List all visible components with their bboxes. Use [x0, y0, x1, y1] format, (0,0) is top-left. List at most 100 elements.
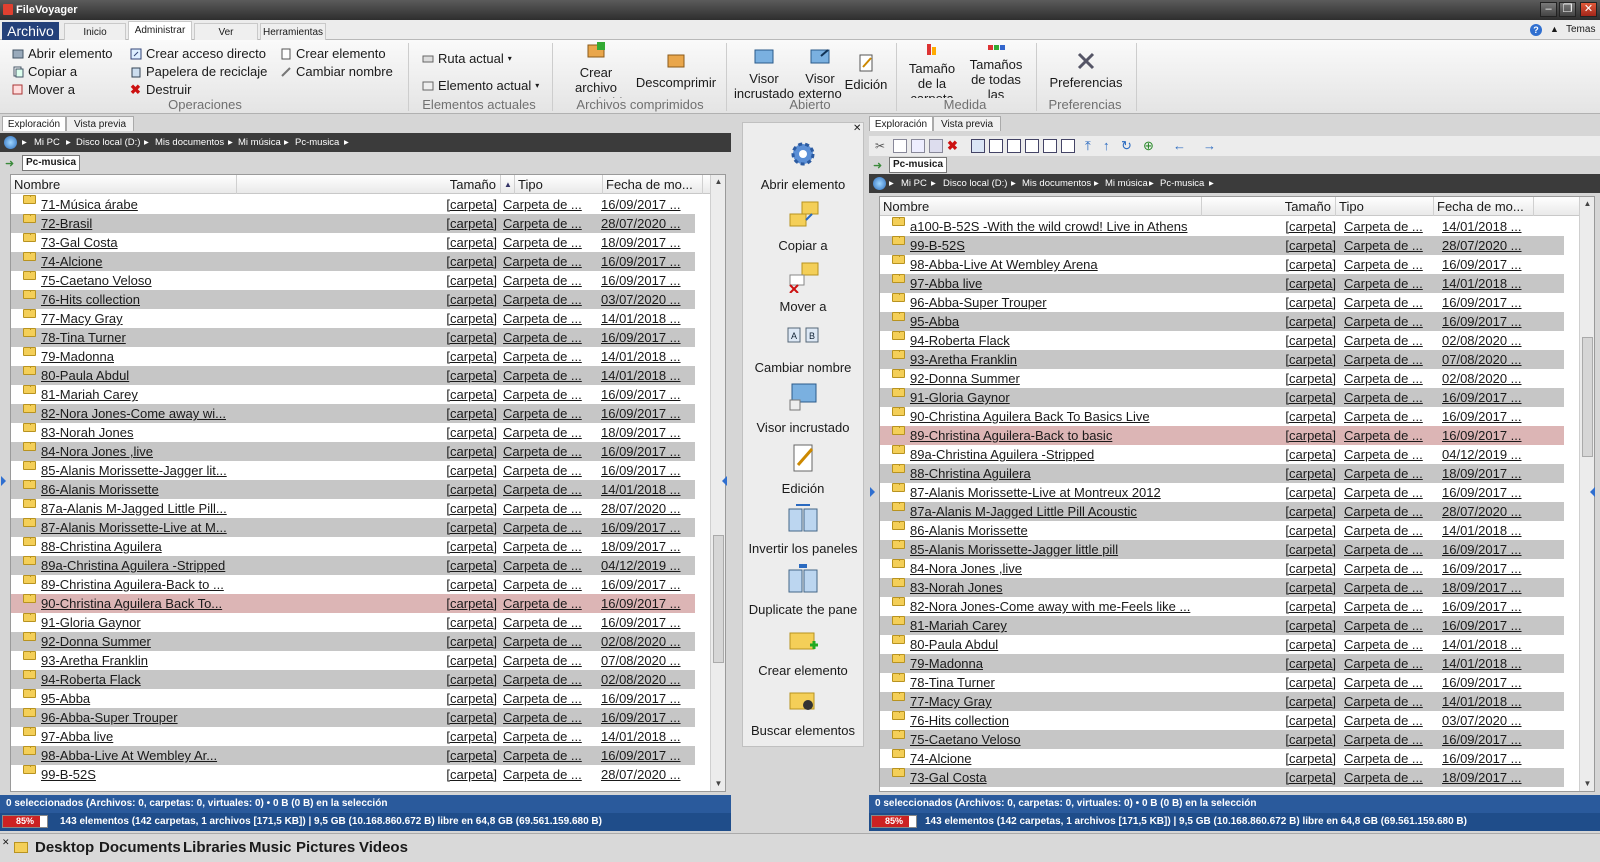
- table-row[interactable]: 76-Hits collection [carpeta] Carpeta de ..…: [880, 711, 1564, 730]
- table-row[interactable]: 73-Gal Costa [carpeta] Carpeta de ... 18/09…: [880, 768, 1564, 787]
- back-icon[interactable]: ←: [1173, 139, 1187, 153]
- table-row[interactable]: 87a-Alanis M-Jagged Little Pill... [carpe…: [11, 499, 695, 518]
- open-item-button[interactable]: Abrir elemento: [12, 46, 113, 61]
- tab-inicio[interactable]: Inicio: [64, 23, 126, 40]
- table-row[interactable]: 99-B-52S [carpeta] Carpeta de ... 28/07/202…: [11, 765, 695, 784]
- help-icon[interactable]: ?: [1530, 24, 1542, 36]
- cmd-duplicate-pane[interactable]: Duplicate the pane: [743, 562, 863, 617]
- cmd-create-item[interactable]: Crear elemento: [743, 623, 863, 678]
- new-tab-icon[interactable]: ➜: [5, 157, 14, 170]
- copy-icon[interactable]: [893, 139, 907, 153]
- create-archive-button[interactable]: Crear archivo comprimido: [562, 42, 630, 98]
- breadcrumb-item[interactable]: Mis documentos: [1022, 174, 1091, 193]
- table-row[interactable]: 90-Christina Aguilera Back To Basics Liv…: [880, 407, 1564, 426]
- breadcrumb-item[interactable]: Disco local (D:): [76, 133, 140, 152]
- breadcrumb-item[interactable]: Pc-musica: [1160, 174, 1204, 193]
- link-pictures[interactable]: Pictures: [296, 839, 355, 856]
- breadcrumb-item[interactable]: Mi música: [238, 133, 281, 152]
- table-row[interactable]: 96-Abba-Super Trouper [carpeta] Carpeta de…: [880, 293, 1564, 312]
- preferences-button[interactable]: Preferencias: [1044, 52, 1128, 90]
- table-row[interactable]: 74-Alcione [carpeta] Carpeta de ... 16/09/2…: [880, 749, 1564, 768]
- table-row[interactable]: 93-Aretha Franklin [carpeta] Carpeta de ..…: [11, 651, 695, 670]
- table-row[interactable]: 97-Abba live [carpeta] Carpeta de ... 14/01…: [880, 274, 1564, 293]
- table-row[interactable]: 98-Abba-Live At Wembley Ar... [carpeta] Ca…: [11, 746, 695, 765]
- cmd-move-to[interactable]: Mover a: [743, 259, 863, 314]
- cmd-rename[interactable]: AB Cambiar nombre: [743, 320, 863, 375]
- embedded-viewer-button[interactable]: Visor incrustado: [732, 48, 796, 101]
- table-row[interactable]: 82-Nora Jones-Come away wi... [carpeta] Ca…: [11, 404, 695, 423]
- link-desktop[interactable]: Desktop: [35, 839, 94, 856]
- destroy-button[interactable]: ✖ Destruir: [130, 82, 192, 97]
- table-row[interactable]: 89-Christina Aguilera-Back to basic [carp…: [880, 426, 1564, 445]
- table-row[interactable]: 92-Donna Summer [carpeta] Carpeta de ... 02…: [11, 632, 695, 651]
- close-button[interactable]: ✕: [1580, 2, 1597, 17]
- view-gallery-icon[interactable]: [1061, 139, 1075, 153]
- table-row[interactable]: 94-Roberta Flack [carpeta] Carpeta de ... 0…: [11, 670, 695, 689]
- table-row[interactable]: 99-B-52S [carpeta] Carpeta de ... 28/07/202…: [880, 236, 1564, 255]
- table-row[interactable]: 87-Alanis Morissette-Live at M... [carpet…: [11, 518, 695, 537]
- cmd-open-item[interactable]: Abrir elemento: [743, 137, 863, 192]
- delete-icon[interactable]: ✖: [947, 139, 961, 153]
- table-row[interactable]: 79-Madonna [carpeta] Carpeta de ... 14/01/2…: [880, 654, 1564, 673]
- column-tamano[interactable]: Tamaño: [237, 175, 501, 194]
- table-row[interactable]: 78-Tina Turner [carpeta] Carpeta de ... 16/…: [880, 673, 1564, 692]
- table-row[interactable]: 92-Donna Summer [carpeta] Carpeta de ... 02…: [880, 369, 1564, 388]
- table-row[interactable]: 89a-Christina Aguilera -Stripped [carpeta…: [11, 556, 695, 575]
- current-path-dropdown[interactable]: Ruta actual ▾: [422, 51, 512, 66]
- link-libraries[interactable]: Libraries: [183, 839, 246, 856]
- refresh-icon[interactable]: ↻: [1121, 139, 1135, 153]
- table-row[interactable]: 84-Nora Jones ,live [carpeta] Carpeta de .…: [880, 559, 1564, 578]
- breadcrumb-item[interactable]: Pc-musica: [295, 133, 339, 152]
- history-icon[interactable]: ⊕: [1143, 139, 1157, 153]
- scroll-down-icon[interactable]: ▼: [711, 777, 725, 791]
- table-row[interactable]: 85-Alanis Morissette-Jagger little pill […: [880, 540, 1564, 559]
- table-row[interactable]: 89a-Christina Aguilera -Stripped [carpeta…: [880, 445, 1564, 464]
- properties-icon[interactable]: [929, 139, 943, 153]
- table-row[interactable]: 74-Alcione [carpeta] Carpeta de ... 16/09/2…: [11, 252, 695, 271]
- scroll-down-icon[interactable]: ▼: [1580, 777, 1594, 791]
- folder-size-button[interactable]: Tamaño de la carpeta: [900, 42, 964, 98]
- table-row[interactable]: 78-Tina Turner [carpeta] Carpeta de ... 16/…: [11, 328, 695, 347]
- view-tiles-icon[interactable]: [1025, 139, 1039, 153]
- table-row[interactable]: 88-Christina Aguilera [carpeta] Carpeta de…: [880, 464, 1564, 483]
- left-collapse-arrow-icon[interactable]: [722, 476, 727, 486]
- left-tab-exploracion[interactable]: Exploración: [2, 116, 66, 131]
- right-tab-vista-previa[interactable]: Vista previa: [933, 116, 1001, 131]
- table-row[interactable]: 77-Macy Gray [carpeta] Carpeta de ... 14/01…: [880, 692, 1564, 711]
- column-nombre[interactable]: Nombre: [880, 197, 1202, 216]
- table-row[interactable]: 93-Aretha Franklin [carpeta] Carpeta de ..…: [880, 350, 1564, 369]
- left-scroll-thumb[interactable]: [713, 535, 724, 663]
- scroll-up-icon[interactable]: ▲: [711, 175, 725, 189]
- right-collapse-arrow-icon[interactable]: [1590, 487, 1595, 497]
- left-tab-vista-previa[interactable]: Vista previa: [66, 116, 134, 131]
- go-up-icon[interactable]: ↑: [1103, 139, 1117, 153]
- cut-icon[interactable]: ✂: [875, 139, 889, 153]
- column-fecha[interactable]: Fecha de mo...: [1434, 197, 1534, 216]
- cmd-edit[interactable]: Edición: [743, 441, 863, 496]
- table-row[interactable]: 80-Paula Abdul [carpeta] Carpeta de ... 14/…: [880, 635, 1564, 654]
- tab-ver[interactable]: Ver: [194, 23, 258, 40]
- tab-administrar[interactable]: Administrar: [128, 21, 192, 40]
- table-row[interactable]: 82-Nora Jones-Come away with me-Feels li…: [880, 597, 1564, 616]
- table-row[interactable]: 86-Alanis Morissette [carpeta] Carpeta de …: [11, 480, 695, 499]
- breadcrumb-item[interactable]: Mis documentos: [155, 133, 224, 152]
- link-videos[interactable]: Videos: [359, 839, 408, 856]
- table-row[interactable]: 86-Alanis Morissette [carpeta] Carpeta de …: [880, 521, 1564, 540]
- table-row[interactable]: 91-Gloria Gaynor [carpeta] Carpeta de ... 1…: [11, 613, 695, 632]
- table-row[interactable]: 76-Hits collection [carpeta] Carpeta de ..…: [11, 290, 695, 309]
- link-documents[interactable]: Documents: [99, 839, 181, 856]
- view-thumbnails-icon[interactable]: [1043, 139, 1057, 153]
- table-row[interactable]: 97-Abba live [carpeta] Carpeta de ... 14/01…: [11, 727, 695, 746]
- table-row[interactable]: 72-Brasil [carpeta] Carpeta de ... 28/07/20…: [11, 214, 695, 233]
- column-tipo[interactable]: Tipo: [515, 175, 603, 194]
- all-sizes-button[interactable]: Tamaños de todas las: [964, 42, 1028, 98]
- table-row[interactable]: 98-Abba-Live At Wembley Arena [carpeta] Ca…: [880, 255, 1564, 274]
- right-expand-arrow-icon[interactable]: [870, 487, 875, 497]
- create-shortcut-button[interactable]: Crear acceso directo: [130, 46, 266, 61]
- table-row[interactable]: 83-Norah Jones [carpeta] Carpeta de ... 18/…: [11, 423, 695, 442]
- edit-button[interactable]: Edición: [844, 54, 888, 92]
- move-to-button[interactable]: Mover a: [12, 82, 75, 97]
- table-row[interactable]: 96-Abba-Super Trouper [carpeta] Carpeta de…: [11, 708, 695, 727]
- rename-button[interactable]: Cambiar nombre: [280, 64, 393, 79]
- table-row[interactable]: 80-Paula Abdul [carpeta] Carpeta de ... 14/…: [11, 366, 695, 385]
